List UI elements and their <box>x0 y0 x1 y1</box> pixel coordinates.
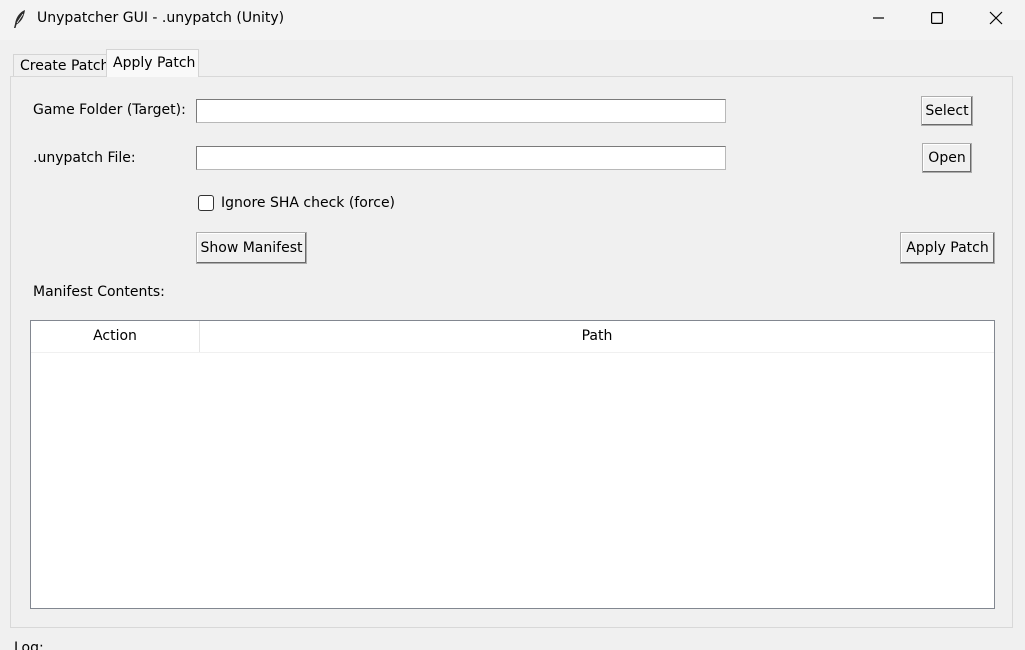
close-button[interactable] <box>967 0 1025 40</box>
select-button[interactable]: Select <box>921 96 973 126</box>
manifest-label: Manifest Contents: <box>33 284 165 300</box>
game-folder-label: Game Folder (Target): <box>33 102 186 118</box>
minimize-icon <box>873 12 885 28</box>
column-header-action[interactable]: Action <box>31 321 200 352</box>
open-button[interactable]: Open <box>922 143 972 173</box>
close-icon <box>989 11 1003 29</box>
maximize-icon <box>931 12 944 28</box>
minimize-button[interactable] <box>850 0 908 40</box>
log-label: Log: <box>14 640 44 650</box>
ignore-sha-checkbox[interactable] <box>198 195 214 211</box>
apply-patch-button[interactable]: Apply Patch <box>900 232 995 264</box>
patch-file-input[interactable] <box>196 146 726 170</box>
column-header-path[interactable]: Path <box>200 321 994 352</box>
tab-create-patch[interactable]: Create Patch <box>13 54 109 77</box>
patch-file-label: .unypatch File: <box>33 150 136 166</box>
feather-icon <box>12 9 28 29</box>
manifest-table[interactable]: Action Path <box>30 320 995 609</box>
manifest-table-header: Action Path <box>31 321 994 353</box>
title-bar[interactable]: Unypatcher GUI - .unypatch (Unity) <box>0 0 1025 40</box>
tab-apply-patch[interactable]: Apply Patch <box>106 49 199 77</box>
window-title: Unypatcher GUI - .unypatch (Unity) <box>37 10 285 26</box>
maximize-button[interactable] <box>908 0 966 40</box>
app-window: Unypatcher GUI - .unypatch (Unity) Creat… <box>0 0 1025 650</box>
show-manifest-button[interactable]: Show Manifest <box>196 232 307 264</box>
game-folder-input[interactable] <box>196 99 726 123</box>
ignore-sha-label[interactable]: Ignore SHA check (force) <box>221 195 395 211</box>
